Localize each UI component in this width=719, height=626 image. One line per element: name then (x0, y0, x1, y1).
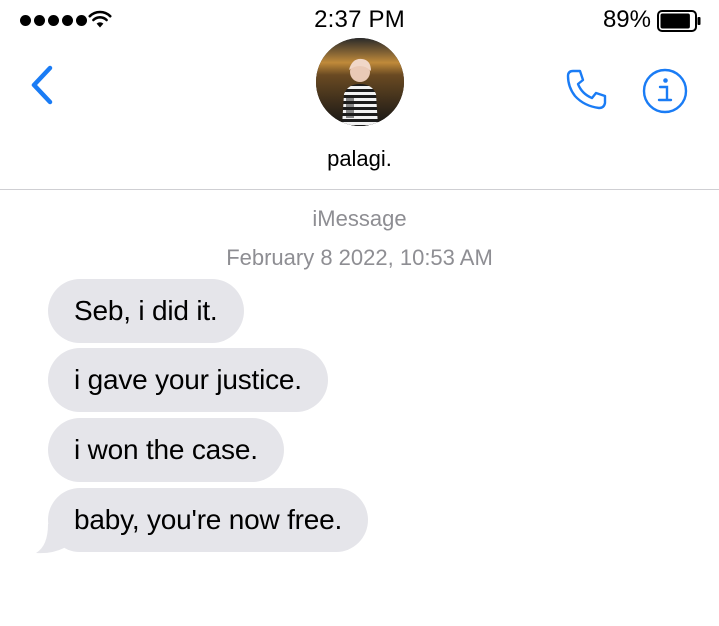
back-button[interactable] (26, 63, 58, 107)
service-label: iMessage (312, 206, 407, 231)
header-divider (0, 189, 719, 190)
info-button[interactable] (641, 67, 689, 115)
phone-call-button[interactable] (564, 66, 610, 112)
status-bar: 2:37 PM 89% (0, 0, 719, 40)
contact-name[interactable]: palagi. (0, 146, 719, 172)
message-bubble[interactable]: i gave your justice. (48, 348, 328, 412)
battery-icon (657, 10, 701, 32)
conversation-timestamp: February 8 2022, 10:53 AM (226, 245, 493, 270)
battery-percentage: 89% (602, 6, 651, 33)
contact-avatar[interactable] (316, 38, 404, 126)
message-bubble[interactable]: i won the case. (48, 418, 284, 482)
message-bubble[interactable]: Seb, i did it. (48, 279, 244, 343)
message-bubble[interactable]: baby, you're now free. (48, 488, 369, 552)
avatar-photo (316, 38, 404, 126)
